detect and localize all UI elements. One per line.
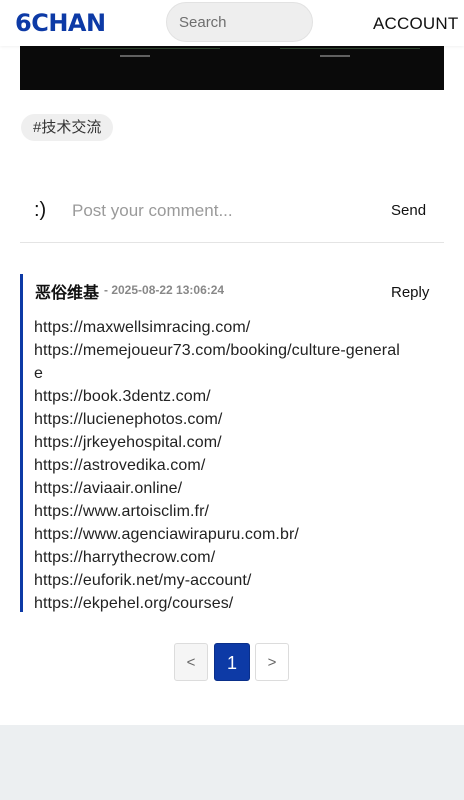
preview-text-line (80, 48, 220, 49)
comment-link[interactable]: https://harrythecrow.com/ (34, 546, 404, 569)
preview-text-line (280, 48, 420, 49)
emoticon-button[interactable]: :) (34, 199, 46, 222)
preview-caption (120, 55, 150, 57)
comment-date: - 2025-08-22 13:06:24 (104, 283, 225, 297)
next-page-button[interactable]: > (255, 643, 289, 681)
comment-link[interactable]: https://lucienephotos.com/ (34, 408, 404, 431)
post-tag[interactable]: #技术交流 (21, 114, 114, 141)
post-video-preview[interactable] (20, 46, 444, 90)
search-input[interactable] (166, 2, 313, 42)
comment-link[interactable]: https://maxwellsimracing.com/ (34, 316, 404, 339)
page: 6CHAN ACCOUNT #技术交流 :) Send 恶俗维基 - 2025-… (0, 0, 464, 725)
comment-link[interactable]: https://www.agenciawirapuru.com.br/ (34, 523, 404, 546)
divider (20, 242, 444, 243)
comment-link[interactable]: https://astrovedika.com/ (34, 454, 404, 477)
prev-page-button[interactable]: < (174, 643, 208, 681)
comment-body: https://maxwellsimracing.com/ https://me… (34, 316, 404, 615)
comment-card: 恶俗维基 - 2025-08-22 13:06:24 Reply https:/… (20, 274, 447, 612)
reply-button[interactable]: Reply (391, 284, 429, 301)
current-page-button[interactable]: 1 (214, 643, 250, 681)
site-logo[interactable]: 6CHAN (15, 9, 106, 37)
account-link[interactable]: ACCOUNT (373, 14, 458, 34)
comment-link[interactable]: https://jrkeyehospital.com/ (34, 431, 404, 454)
comment-link[interactable]: https://www.artoisclim.fr/ (34, 500, 404, 523)
preview-caption (320, 55, 350, 57)
comment-link[interactable]: https://aviaair.online/ (34, 477, 404, 500)
comment-link[interactable]: https://book.3dentz.com/ (34, 385, 404, 408)
comment-link[interactable]: https://euforik.net/my-account/ (34, 569, 404, 592)
comment-author[interactable]: 恶俗维基 (35, 279, 99, 303)
comment-link[interactable]: https://ekpehel.org/courses/ (34, 592, 404, 615)
top-bar: 6CHAN ACCOUNT (0, 0, 464, 46)
send-button[interactable]: Send (391, 202, 426, 219)
comment-link[interactable]: https://memejoueur73.com/booking/culture… (34, 339, 404, 385)
comment-input[interactable] (62, 196, 382, 226)
